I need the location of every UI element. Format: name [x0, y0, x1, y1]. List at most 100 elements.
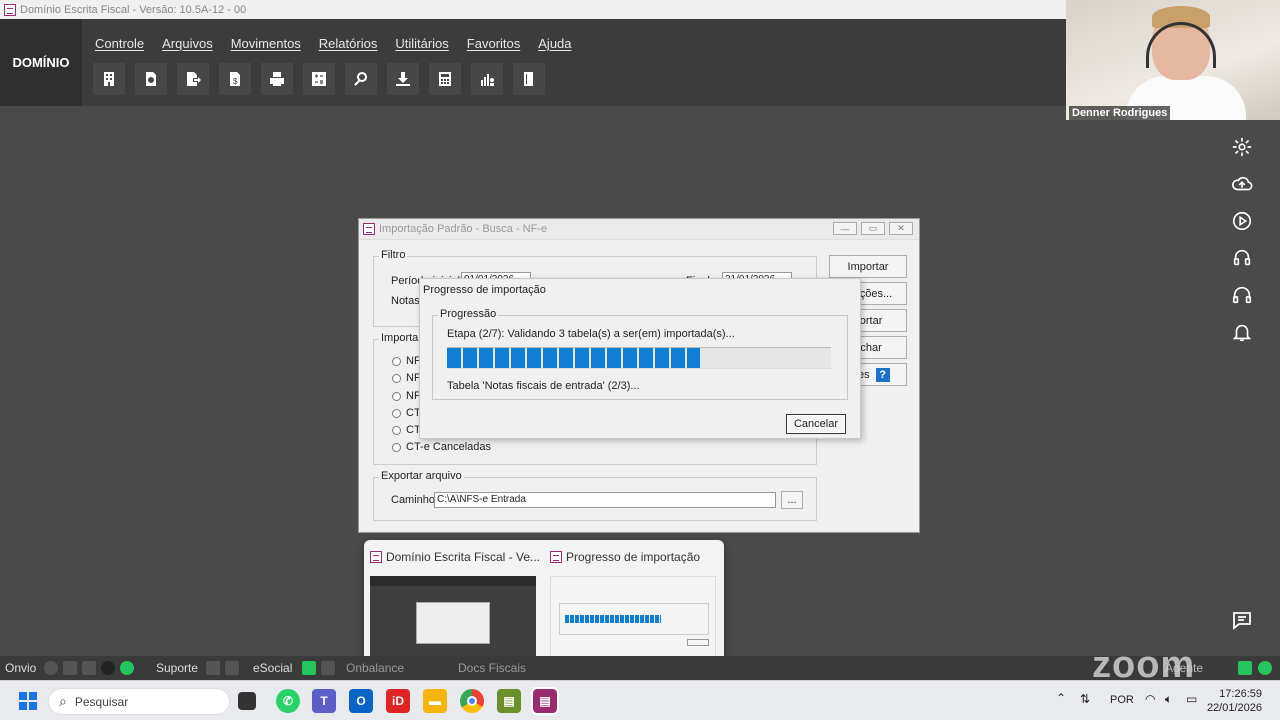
whatsapp-icon[interactable]: ✆	[276, 689, 300, 713]
menu-ajuda[interactable]: Ajuda	[538, 36, 571, 51]
browse-button[interactable]: ...	[781, 491, 803, 509]
thumb-cancel	[687, 639, 709, 646]
docs-fiscais-label[interactable]: Docs Fiscais	[458, 661, 526, 675]
preview-item[interactable]: Domínio Escrita Fiscal - Ve...	[364, 540, 542, 669]
preview-thumbnail	[370, 576, 536, 664]
maximize-button[interactable]: ▭	[861, 222, 885, 235]
app-chart-icon[interactable]: ▤	[497, 689, 521, 713]
indesign-icon[interactable]: iD	[386, 689, 410, 713]
printer-icon[interactable]	[261, 63, 293, 95]
status-indicator	[225, 661, 239, 675]
minimize-button[interactable]: —	[833, 222, 857, 235]
onbalance-label[interactable]: Onbalance	[346, 661, 404, 675]
cancel-button[interactable]: Cancelar	[786, 414, 846, 434]
app-header: DOMÍNIO Controle Arquivos Movimentos Rel…	[0, 19, 1066, 106]
book-icon[interactable]	[513, 63, 545, 95]
calculator-icon[interactable]	[429, 63, 461, 95]
tabela-text: Tabela 'Notas fiscais de entrada' (2/3).…	[447, 380, 640, 392]
menu-favoritos[interactable]: Favoritos	[467, 36, 520, 51]
progressao-group: Progressão Etapa (2/7): Validando 3 tabe…	[432, 308, 848, 400]
radio-circle	[392, 425, 401, 435]
search-placeholder: Pesquisar	[74, 694, 129, 709]
suporte-label[interactable]: Suporte	[156, 661, 198, 675]
export-doc-icon[interactable]	[177, 63, 209, 95]
task-view-icon[interactable]	[238, 692, 256, 710]
search-icon: ⌕	[59, 693, 67, 709]
participant-name: Denner Rodrigues	[1069, 106, 1171, 120]
window-controls: — ▭ ✕	[833, 222, 913, 235]
language-indicator[interactable]: POR	[1110, 694, 1134, 706]
preview-title: Progresso de importação	[550, 550, 720, 564]
preview-item[interactable]: Progresso de importação	[544, 540, 722, 669]
caminho-input[interactable]: C:\A\NFS-e Entrada	[434, 492, 776, 508]
radio-option[interactable]: CT	[392, 424, 421, 436]
status-indicator	[321, 661, 335, 675]
help-icon: ?	[875, 367, 890, 382]
status-indicator	[82, 661, 96, 675]
chat-icon[interactable]	[1230, 608, 1254, 635]
windows-start-icon[interactable]	[16, 689, 40, 713]
status-dot	[101, 661, 115, 675]
importar-label: Importar	[379, 332, 424, 344]
toolbar: $	[93, 63, 545, 95]
dominio-taskbar-icon[interactable]: ▤	[531, 687, 559, 715]
svg-text:$: $	[233, 77, 238, 86]
importar-button[interactable]: Importar	[829, 255, 907, 278]
cloud-upload-icon[interactable]	[1222, 165, 1262, 202]
building-icon[interactable]	[93, 63, 125, 95]
menu-arquivos[interactable]: Arquivos	[162, 36, 213, 51]
chrome-icon[interactable]	[460, 689, 484, 713]
radio-option[interactable]: CT	[392, 407, 421, 419]
tray-network-share-icon[interactable]: ⇅	[1080, 692, 1090, 706]
preview-title-text: Progresso de importação	[566, 550, 701, 564]
menu-relatorios[interactable]: Relatórios	[319, 36, 378, 51]
wifi-icon[interactable]: ◠	[1145, 692, 1155, 706]
esocial-label[interactable]: eSocial	[253, 661, 292, 675]
radio-label: CT-e Canceladas	[406, 441, 491, 453]
status-dot-green	[1258, 661, 1272, 675]
preview-title: Domínio Escrita Fiscal - Ve...	[370, 550, 540, 564]
radio-circle	[392, 373, 401, 383]
radio-option[interactable]: NF	[392, 372, 421, 384]
radio-option[interactable]: NF	[392, 355, 421, 367]
search-icon[interactable]	[345, 63, 377, 95]
radio-option[interactable]: NF	[392, 390, 421, 402]
headset-agent-icon[interactable]	[1222, 239, 1262, 276]
teams-icon[interactable]: T	[312, 689, 336, 713]
calculator-grid-icon[interactable]	[303, 63, 335, 95]
window-title: Domínio Escrita Fiscal - Versão: 10.5A-1…	[20, 3, 247, 16]
import-dialog-title: Importação Padrão - Busca - NF-e	[379, 223, 548, 235]
menu-movimentos[interactable]: Movimentos	[231, 36, 301, 51]
menu-utilitarios[interactable]: Utilitários	[395, 36, 448, 51]
radio-circle	[392, 391, 401, 401]
onvio-label[interactable]: Onvio	[5, 661, 36, 675]
money-doc-icon[interactable]: $	[219, 63, 251, 95]
taskbar-search[interactable]: ⌕ Pesquisar	[48, 688, 230, 715]
thumb-dialog	[416, 602, 490, 644]
app-icon	[4, 3, 16, 16]
gear-icon[interactable]	[1222, 128, 1262, 165]
outlook-icon[interactable]: O	[349, 689, 373, 713]
dialog-app-icon	[363, 223, 375, 235]
exportar-arquivo-label: Exportar arquivo	[379, 470, 464, 482]
bell-icon[interactable]	[1222, 313, 1262, 350]
radio-circle	[392, 356, 401, 366]
menu-controle[interactable]: Controle	[95, 36, 144, 51]
preview-title-text: Domínio Escrita Fiscal - Ve...	[385, 550, 540, 564]
participant-video: Denner Rodrigues	[1066, 0, 1280, 120]
file-explorer-icon[interactable]: ▬	[423, 689, 447, 713]
volume-icon[interactable]: 🔈︎	[1165, 692, 1172, 707]
system-clock[interactable]: 17:26:59 22/01/2026	[1207, 687, 1262, 715]
preview-thumbnail	[550, 576, 716, 664]
play-icon[interactable]	[1222, 202, 1262, 239]
radio-option-cte-canceladas[interactable]: CT-e Canceladas	[392, 441, 491, 453]
progress-dialog-title: Progresso de importação	[423, 284, 546, 296]
chart-person-icon[interactable]	[471, 63, 503, 95]
tray-chevron-icon[interactable]: ⌃	[1056, 691, 1066, 705]
close-button[interactable]: ✕	[889, 222, 913, 235]
refresh-doc-icon[interactable]	[135, 63, 167, 95]
download-icon[interactable]	[387, 63, 419, 95]
battery-icon[interactable]: ▭	[1186, 692, 1197, 706]
headphones-icon[interactable]	[1222, 276, 1262, 313]
window-titlebar: Domínio Escrita Fiscal - Versão: 10.5A-1…	[0, 0, 1066, 19]
